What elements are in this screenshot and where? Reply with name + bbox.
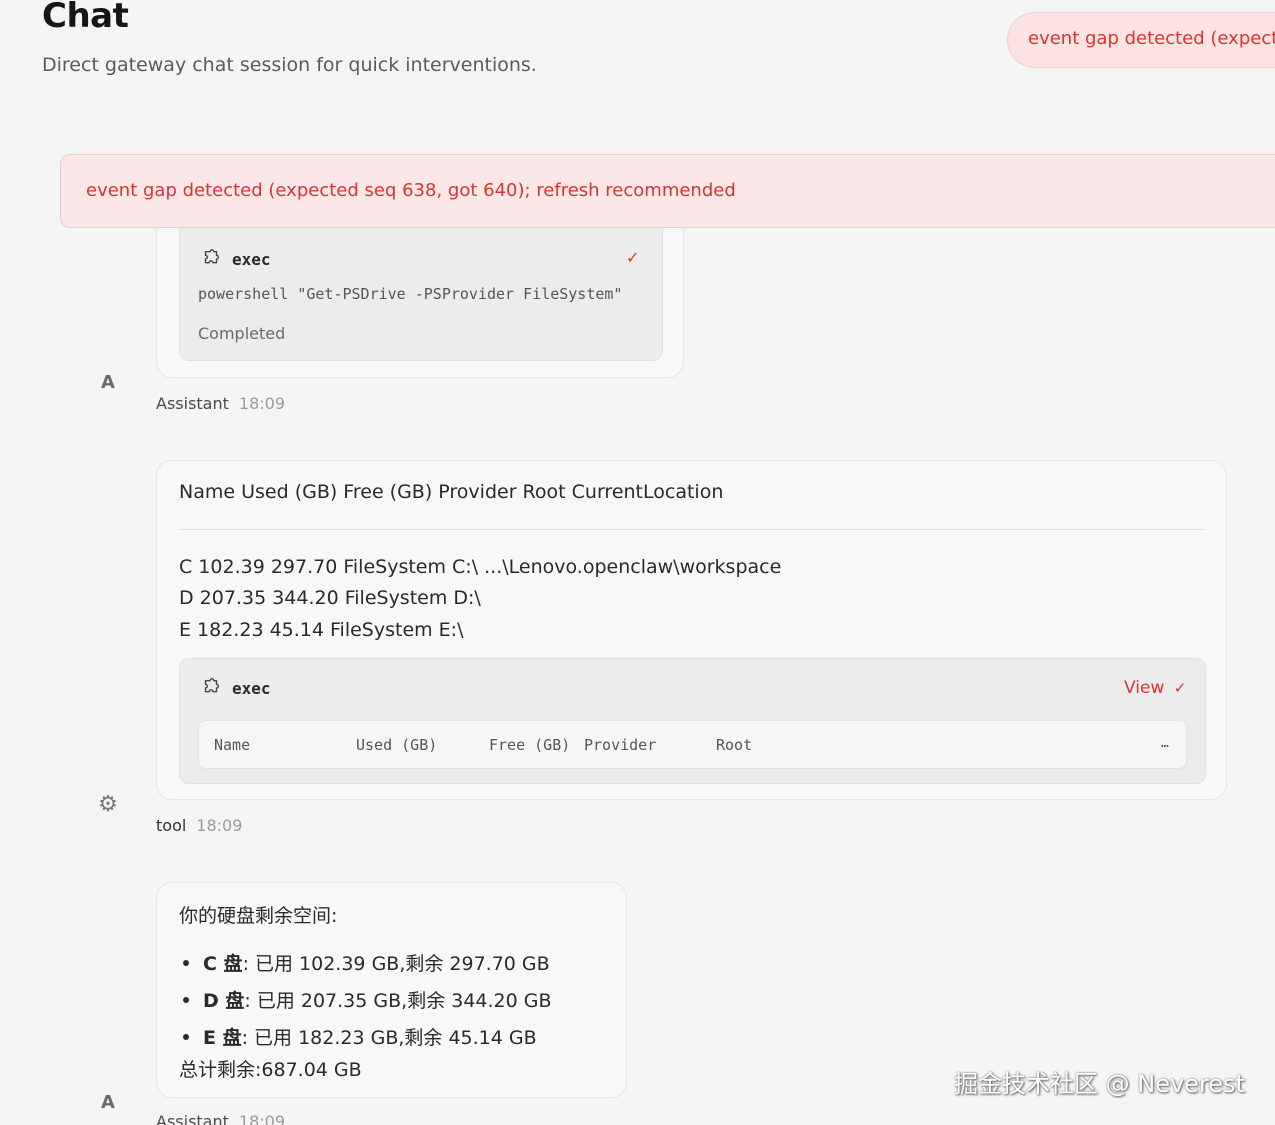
- page-subtitle: Direct gateway chat session for quick in…: [42, 54, 537, 76]
- preview-column: Root: [716, 736, 753, 754]
- preview-more-indicator: …: [1161, 736, 1169, 751]
- page-title: Chat: [42, 0, 129, 36]
- drive-usage: : 已用 207.35 GB,剩余 344.20 GB: [244, 990, 552, 1012]
- event-gap-banner: event gap detected (expected seq 638, go…: [60, 154, 1275, 228]
- view-button[interactable]: View ✓: [1124, 678, 1186, 698]
- drive-list: C 盘: 已用 102.39 GB,剩余 297.70 GB D 盘: 已用 2…: [179, 949, 552, 1060]
- timestamp: 18:09: [238, 394, 285, 413]
- view-label: View: [1124, 678, 1165, 698]
- output-row: C 102.39 297.70 FileSystem C:\ ...\Lenov…: [179, 556, 782, 578]
- tool-status: Completed: [198, 324, 286, 343]
- summary-intro: 你的硬盘剩余空间:: [179, 905, 338, 927]
- tool-output-preview[interactable]: Name Used (GB) Free (GB) Provider Root …: [198, 720, 1187, 769]
- tool-name: exec: [232, 678, 271, 698]
- output-row: D 207.35 344.20 FileSystem D:\: [179, 587, 481, 609]
- chat-page: Chat Direct gateway chat session for qui…: [0, 0, 1275, 1125]
- sender-name: Assistant: [156, 1112, 229, 1125]
- output-header-line: Name Used (GB) Free (GB) Provider Root C…: [179, 481, 724, 503]
- puzzle-icon: [204, 249, 219, 264]
- error-pill[interactable]: event gap detected (expected seq 638, go…: [1007, 12, 1275, 68]
- drive-label: D 盘: [203, 990, 245, 1012]
- message-bubble-tool-output: Name Used (GB) Free (GB) Provider Root C…: [156, 460, 1227, 800]
- gear-icon: ⚙: [98, 791, 118, 817]
- avatar-assistant: A: [101, 371, 115, 393]
- list-item: C 盘: 已用 102.39 GB,剩余 297.70 GB: [179, 949, 552, 986]
- avatar-assistant: A: [101, 1091, 115, 1113]
- summary-total: 总计剩余:687.04 GB: [179, 1059, 362, 1081]
- check-icon: ✓: [626, 248, 640, 267]
- tool-result-header: exec: [200, 677, 271, 699]
- drive-label: E 盘: [203, 1027, 242, 1049]
- output-row: E 182.23 45.14 FileSystem E:\: [179, 619, 464, 641]
- sender-name: tool: [156, 816, 187, 835]
- tool-command: powershell "Get-PSDrive -PSProvider File…: [198, 285, 623, 303]
- drive-usage: : 已用 182.23 GB,剩余 45.14 GB: [241, 1027, 537, 1049]
- tool-call-card[interactable]: exec ✓ powershell "Get-PSDrive -PSProvid…: [179, 228, 663, 361]
- watermark: 掘金技术社区 @ Neverest: [954, 1070, 1245, 1098]
- message-meta: tool 18:09: [156, 816, 242, 835]
- preview-column: Free (GB): [489, 736, 571, 754]
- drive-usage: : 已用 102.39 GB,剩余 297.70 GB: [242, 953, 550, 975]
- message-bubble-tool-call: exec ✓ powershell "Get-PSDrive -PSProvid…: [156, 228, 684, 378]
- puzzle-icon: [204, 678, 219, 693]
- message-meta: Assistant 18:09: [156, 1112, 285, 1125]
- drive-label: C 盘: [203, 953, 243, 975]
- preview-column: Name: [214, 736, 251, 754]
- sender-name: Assistant: [156, 394, 229, 413]
- timestamp: 18:09: [238, 1112, 285, 1125]
- tool-name: exec: [232, 249, 271, 269]
- message-meta: Assistant 18:09: [156, 394, 285, 413]
- output-divider: [179, 529, 1206, 530]
- message-bubble-assistant: 你的硬盘剩余空间: C 盘: 已用 102.39 GB,剩余 297.70 GB…: [156, 882, 627, 1098]
- tool-result-card[interactable]: exec View ✓ Name Used (GB) Free (GB) Pro…: [179, 658, 1206, 784]
- preview-column: Used (GB): [356, 736, 438, 754]
- check-icon: ✓: [1173, 679, 1187, 697]
- preview-column: Provider: [584, 736, 657, 754]
- tool-call-header: exec: [200, 248, 271, 270]
- list-item: D 盘: 已用 207.35 GB,剩余 344.20 GB: [179, 986, 552, 1023]
- timestamp: 18:09: [196, 816, 243, 835]
